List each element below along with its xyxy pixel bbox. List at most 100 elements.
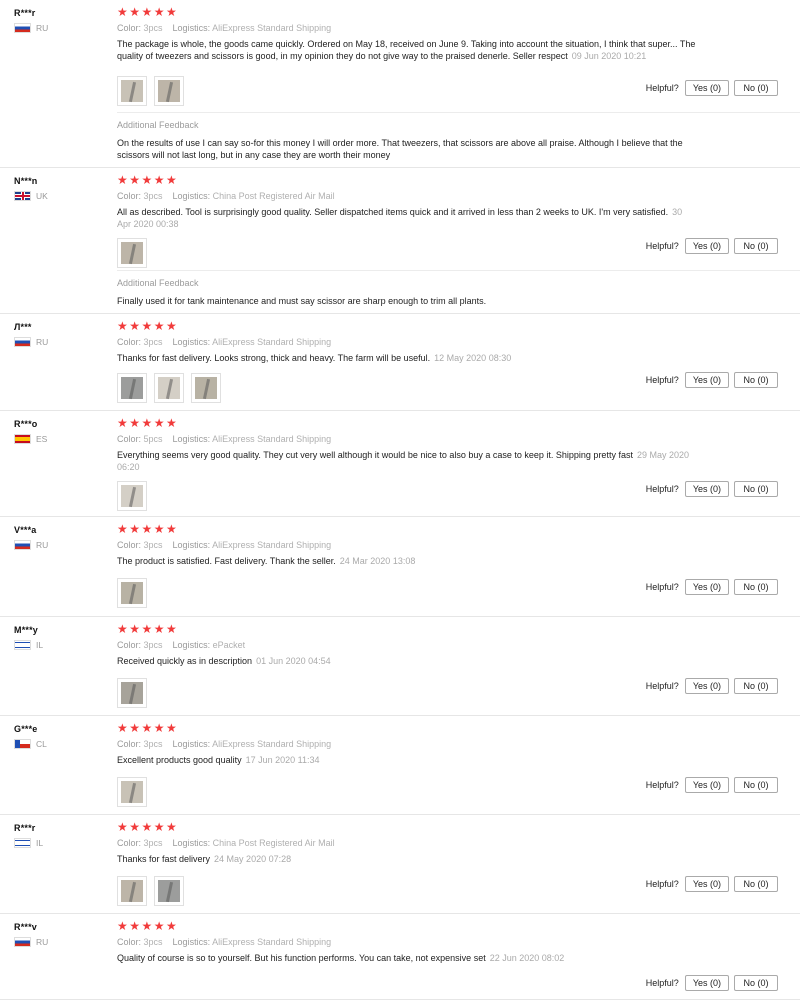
review-photo-thumbnail[interactable]	[154, 876, 184, 906]
color-value: 3pcs	[143, 640, 163, 650]
star-rating: ★★★★★	[117, 319, 179, 333]
review-body: ★★★★★ Color: 3pcs Logistics: China Post Re…	[117, 173, 717, 230]
helpful-no-button[interactable]: No (0)	[734, 579, 778, 595]
logistics-value: China Post Registered Air Mail	[212, 191, 335, 201]
helpful-yes-button[interactable]: Yes (0)	[684, 481, 729, 497]
helpful-yes-button[interactable]: Yes (0)	[684, 777, 729, 793]
helpful-vote: Helpful? Yes (0) No (0)	[646, 372, 778, 388]
reviewer-info: G***e CL	[14, 723, 109, 749]
review-photo-thumbnail[interactable]	[117, 777, 147, 807]
helpful-vote: Helpful? Yes (0) No (0)	[646, 777, 778, 793]
review-content: Excellent products good quality	[117, 755, 242, 765]
color-label: Color:	[117, 337, 142, 347]
reviewer-country: CL	[14, 739, 109, 749]
country-flag-icon	[14, 937, 31, 947]
logistics-value: AliExpress Standard Shipping	[212, 540, 332, 550]
review-photo-thumbnail[interactable]	[117, 578, 147, 608]
helpful-no-button[interactable]: No (0)	[734, 80, 778, 96]
helpful-no-button[interactable]: No (0)	[734, 372, 778, 388]
color-value: 3pcs	[143, 937, 163, 947]
star-rating: ★★★★★	[117, 5, 179, 19]
review-photo-thumbnail[interactable]	[117, 238, 147, 268]
logistics-label: Logistics:	[172, 640, 211, 650]
helpful-label: Helpful?	[645, 582, 679, 592]
review-photo-thumbnail[interactable]	[154, 76, 184, 106]
helpful-yes-button[interactable]: Yes (0)	[684, 975, 729, 991]
review-content: Thanks for fast delivery. Looks strong, …	[117, 353, 431, 363]
review-text: Everything seems very good quality. They…	[117, 449, 697, 473]
order-info: Color: 3pcs Logistics: China Post Registe…	[117, 191, 717, 202]
star-rating: ★★★★★	[117, 721, 179, 735]
review-content: Everything seems very good quality. They…	[117, 450, 633, 460]
logistics-value: AliExpress Standard Shipping	[212, 937, 332, 947]
color-label: Color:	[117, 838, 142, 848]
helpful-yes-button[interactable]: Yes (0)	[684, 579, 729, 595]
helpful-no-button[interactable]: No (0)	[734, 481, 778, 497]
color-label: Color:	[117, 739, 142, 749]
country-flag-icon	[14, 23, 31, 33]
helpful-no-button[interactable]: No (0)	[734, 777, 778, 793]
review-date: 24 Mar 2020 13:08	[339, 556, 416, 566]
star-rating: ★★★★★	[117, 522, 179, 536]
helpful-yes-button[interactable]: Yes (0)	[684, 876, 729, 892]
review-content: Quality of course is so to yourself. But…	[117, 953, 486, 963]
review-item: G***e CL ★★★★★ Color: 3pcs Logistics: AliExp…	[0, 716, 800, 815]
review-date: 22 Jun 2020 08:02	[489, 953, 565, 963]
helpful-no-button[interactable]: No (0)	[734, 876, 778, 892]
reviewer-name: V***a	[14, 525, 37, 535]
reviewer-info: R***o ES	[14, 418, 109, 444]
logistics-value: AliExpress Standard Shipping	[212, 739, 332, 749]
helpful-yes-button[interactable]: Yes (0)	[684, 372, 729, 388]
review-photos	[117, 373, 228, 403]
helpful-yes-button[interactable]: Yes (0)	[684, 678, 729, 694]
helpful-yes-button[interactable]: Yes (0)	[684, 238, 729, 254]
helpful-no-button[interactable]: No (0)	[734, 678, 778, 694]
helpful-vote: Helpful? Yes (0) No (0)	[646, 678, 778, 694]
color-label: Color:	[117, 937, 142, 947]
country-flag-icon	[14, 337, 31, 347]
country-code: RU	[36, 937, 49, 947]
review-photo-thumbnail[interactable]	[117, 373, 147, 403]
review-content: Thanks for fast delivery	[117, 854, 211, 864]
helpful-label: Helpful?	[645, 375, 679, 385]
reviewer-info: V***a RU	[14, 524, 109, 550]
logistics-label: Logistics:	[172, 739, 211, 749]
country-flag-icon	[14, 434, 31, 444]
review-photo-thumbnail[interactable]	[117, 876, 147, 906]
reviewer-country: ES	[14, 434, 109, 444]
additional-feedback: Additional Feedback Finally used it for t…	[117, 278, 717, 307]
review-body: ★★★★★ Color: 3pcs Logistics: AliExpress St…	[117, 522, 717, 567]
reviewer-country: RU	[14, 337, 109, 347]
logistics-label: Logistics:	[172, 23, 211, 33]
helpful-no-button[interactable]: No (0)	[734, 975, 778, 991]
helpful-vote: Helpful? Yes (0) No (0)	[646, 80, 778, 96]
reviewer-name: M***y	[14, 625, 39, 635]
reviewer-info: M***y IL	[14, 624, 109, 650]
review-text: Excellent products good quality 17 Jun 20…	[117, 754, 697, 766]
review-photo-thumbnail[interactable]	[154, 373, 184, 403]
helpful-label: Helpful?	[645, 484, 679, 494]
helpful-no-button[interactable]: No (0)	[734, 238, 778, 254]
review-text: The package is whole, the goods came qui…	[117, 38, 697, 62]
country-flag-icon	[14, 739, 31, 749]
reviewer-name: Л***	[14, 322, 32, 332]
review-item: R***o ES ★★★★★ Color: 5pcs Logistics: AliExp…	[0, 411, 800, 517]
feedback-text: Finally used it for tank maintenance and…	[117, 296, 487, 306]
helpful-yes-button[interactable]: Yes (0)	[684, 80, 729, 96]
review-photos	[117, 777, 154, 807]
color-value: 5pcs	[143, 434, 163, 444]
helpful-vote: Helpful? Yes (0) No (0)	[646, 481, 778, 497]
review-photos	[117, 238, 154, 268]
review-photo-thumbnail[interactable]	[117, 76, 147, 106]
logistics-value: ePacket	[212, 640, 246, 650]
color-value: 3pcs	[143, 739, 163, 749]
review-photo-thumbnail[interactable]	[117, 678, 147, 708]
review-photo-thumbnail[interactable]	[117, 481, 147, 511]
feedback-title: Additional Feedback	[117, 278, 199, 288]
star-rating: ★★★★★	[117, 416, 179, 430]
review-photo-thumbnail[interactable]	[191, 373, 221, 403]
review-content: Received quickly as in description	[117, 656, 253, 666]
country-code: CL	[36, 739, 47, 749]
order-info: Color: 3pcs Logistics: AliExpress Standar…	[117, 337, 717, 348]
logistics-value: AliExpress Standard Shipping	[212, 337, 332, 347]
